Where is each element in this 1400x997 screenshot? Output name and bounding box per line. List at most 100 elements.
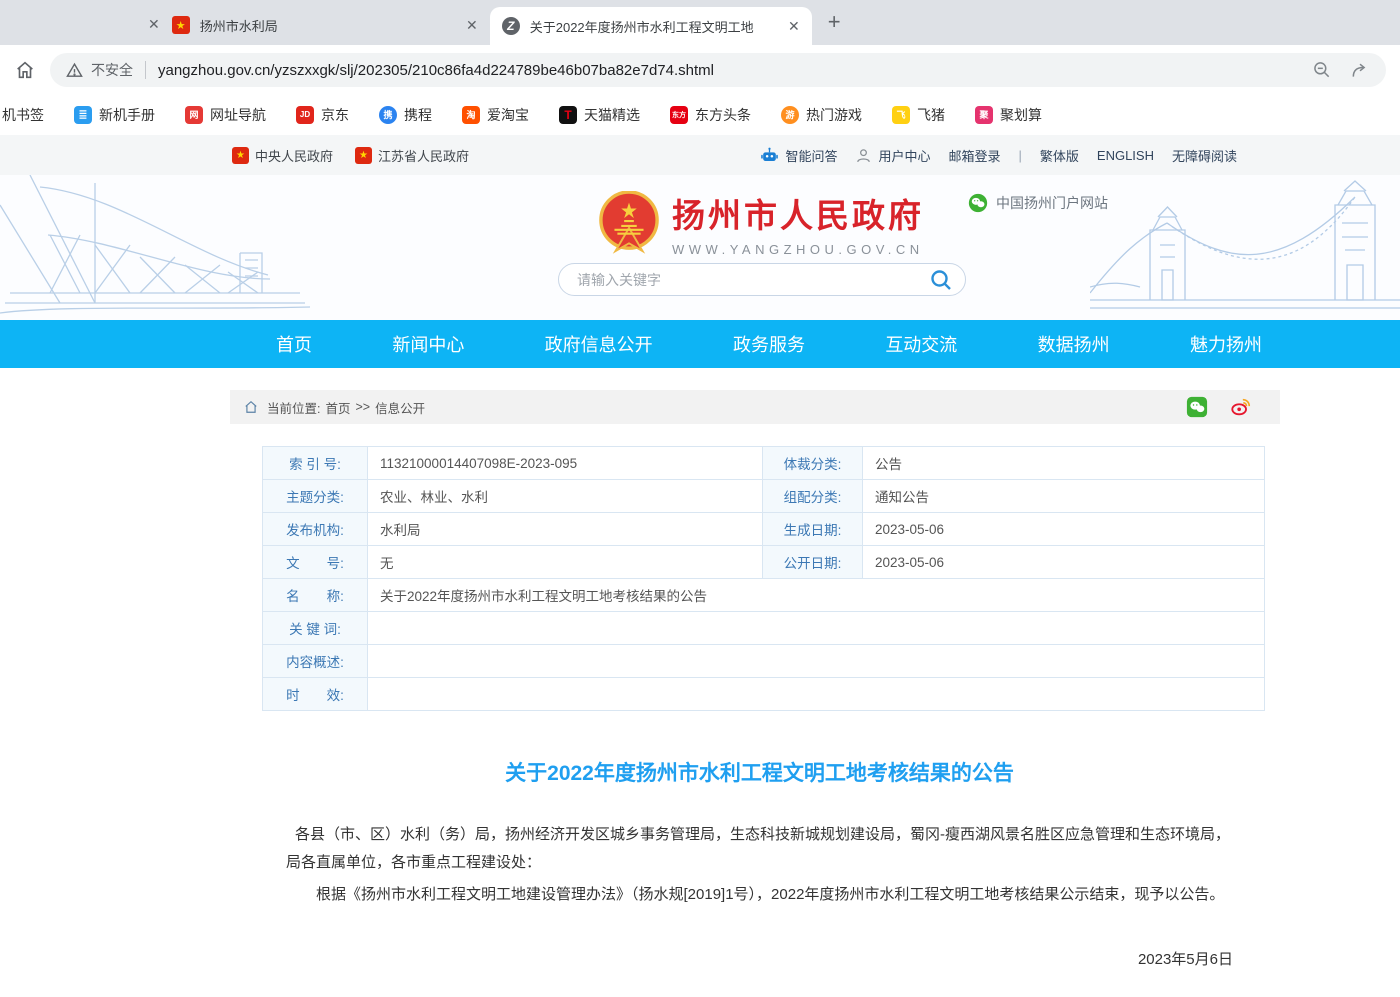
bookmark-label: 飞猪 — [917, 105, 945, 125]
share-icon[interactable] — [1350, 60, 1370, 80]
wechat-icon — [968, 193, 988, 213]
search-icon[interactable] — [929, 268, 953, 292]
breadcrumb-home-link[interactable]: 首页 — [325, 398, 350, 417]
meta-row: 发布机构: 水利局 生成日期: 2023-05-06 — [263, 513, 1265, 546]
jd-icon: JD — [296, 106, 314, 124]
browser-tab-active-announcement[interactable]: Z 关于2022年度扬州市水利工程文明工地 ✕ — [490, 7, 812, 45]
user-center-link[interactable]: 用户中心 — [855, 146, 930, 165]
meta-row: 主题分类: 农业、林业、水利 组配分类: 通知公告 — [263, 480, 1265, 513]
not-secure-warning-icon — [66, 62, 83, 79]
bookmark-games[interactable]: 游热门游戏 — [781, 105, 862, 125]
site-search[interactable] — [558, 263, 966, 296]
breadcrumb-home-icon — [244, 400, 258, 414]
content-container: 当前位置: 首页 >> 信息公开 索 引 号: 1132100001440709… — [230, 390, 1280, 997]
site-utility-bar: ★ 中央人民政府 ★ 江苏省人民政府 智能问答 用户中心 邮箱登录 | 繁体版 … — [0, 135, 1400, 175]
nav-item-home[interactable]: 首页 — [276, 331, 312, 357]
browser-tab-shuiliju[interactable]: ★ 扬州市水利局 ✕ — [160, 8, 490, 42]
site-domain: WWW.YANGZHOU.GOV.CN — [672, 242, 924, 257]
portal-label: 中国扬州门户网站 — [996, 193, 1108, 213]
meta-label: 生成日期: — [763, 513, 863, 546]
bookmark-manual[interactable]: ≣ 新机手册 — [74, 105, 155, 125]
bookmark-nav-site[interactable]: 网网址导航 — [185, 105, 266, 125]
meta-value-genre: 公告 — [863, 447, 1265, 480]
portal-tag[interactable]: 中国扬州门户网站 — [968, 193, 1108, 213]
tab-title: 关于2022年度扬州市水利工程文明工地 — [530, 17, 778, 36]
bookmark-juhuasuan[interactable]: 聚聚划算 — [975, 105, 1042, 125]
game-icon: 游 — [781, 106, 799, 124]
juhuasuan-icon: 聚 — [975, 106, 993, 124]
meta-value-summary — [368, 645, 1265, 678]
site-logo[interactable]: 扬州市人民政府 WWW.YANGZHOU.GOV.CN — [598, 189, 924, 257]
close-icon[interactable]: ✕ — [466, 18, 478, 32]
link-central-government[interactable]: ★ 中央人民政府 — [232, 146, 333, 165]
close-icon[interactable]: ✕ — [148, 17, 160, 31]
close-icon[interactable]: ✕ — [788, 19, 800, 33]
gov-emblem-favicon: ★ — [172, 16, 190, 34]
meta-value-validity — [368, 678, 1265, 711]
bookmark-taobao[interactable]: 淘爱淘宝 — [462, 105, 529, 125]
nav-item-interaction[interactable]: 互动交流 — [885, 331, 957, 357]
tab-title: 扬州市水利局 — [200, 16, 456, 35]
meta-label: 文 号: — [263, 546, 368, 579]
meta-label: 索 引 号: — [263, 447, 368, 480]
user-center-label: 用户中心 — [878, 146, 930, 165]
bookmark-label: 新机手册 — [99, 105, 155, 125]
meta-label: 公开日期: — [763, 546, 863, 579]
article-title: 关于2022年度扬州市水利工程文明工地考核结果的公告 — [286, 757, 1233, 787]
nav-item-data[interactable]: 数据扬州 — [1038, 331, 1110, 357]
weibo-share-icon[interactable] — [1230, 396, 1252, 418]
meta-value-agency: 水利局 — [368, 513, 763, 546]
meta-value-title: 关于2022年度扬州市水利工程文明工地考核结果的公告 — [368, 579, 1265, 612]
bookmark-ctrip[interactable]: 携携程 — [379, 105, 432, 125]
traditional-chinese-link[interactable]: 繁体版 — [1040, 146, 1079, 165]
meta-label: 时 效: — [263, 678, 368, 711]
link-jiangsu-government[interactable]: ★ 江苏省人民政府 — [355, 146, 469, 165]
site-name: 扬州市人民政府 — [672, 189, 924, 237]
smart-qa-link[interactable]: 智能问答 — [760, 146, 837, 165]
nav-item-charm[interactable]: 魅力扬州 — [1190, 331, 1262, 357]
meta-label: 发布机构: — [263, 513, 368, 546]
bookmark-label: 东方头条 — [695, 105, 751, 125]
bookmarks-bar: 机书签 ≣ 新机手册 网网址导航 JD 京东 携携程 淘爱淘宝 T 天猫精选 东方东方… — [0, 95, 1400, 135]
tmall-icon: T — [559, 106, 577, 124]
url-text[interactable]: yangzhou.gov.cn/yzszxxgk/slj/202305/210c… — [158, 62, 1300, 79]
english-link[interactable]: ENGLISH — [1097, 148, 1154, 163]
bookmark-label: 天猫精选 — [584, 105, 640, 125]
wechat-share-icon[interactable] — [1186, 396, 1208, 418]
article-paragraph: 各县（市、区）水利（务）局，扬州经济开发区城乡事务管理局，生态科技新城规划建设局… — [286, 821, 1233, 877]
new-tab-button[interactable]: + — [828, 9, 841, 35]
bookmark-eastday[interactable]: 东方东方头条 — [670, 105, 751, 125]
bookmark-mobile[interactable]: 机书签 — [2, 105, 44, 125]
nav-item-gov-info[interactable]: 政府信息公开 — [545, 331, 653, 357]
search-input[interactable] — [577, 272, 929, 288]
national-emblem-icon — [598, 191, 660, 255]
meta-label: 组配分类: — [763, 480, 863, 513]
mail-login-link[interactable]: 邮箱登录 — [948, 146, 1000, 165]
accessibility-link[interactable]: 无障碍阅读 — [1172, 146, 1237, 165]
zoom-out-icon[interactable] — [1312, 60, 1332, 80]
bookmark-label: 热门游戏 — [806, 105, 862, 125]
nav-item-news[interactable]: 新闻中心 — [392, 331, 464, 357]
meta-row: 文 号: 无 公开日期: 2023-05-06 — [263, 546, 1265, 579]
bookmark-label: 京东 — [321, 105, 349, 125]
meta-row: 内容概述: — [263, 645, 1265, 678]
bookmark-jd[interactable]: JD 京东 — [296, 105, 349, 125]
smart-qa-label: 智能问答 — [785, 146, 837, 165]
meta-value-topic: 农业、林业、水利 — [368, 480, 763, 513]
bookmark-fliggy[interactable]: 飞飞猪 — [892, 105, 945, 125]
meta-label: 主题分类: — [263, 480, 368, 513]
robot-icon — [760, 146, 779, 165]
manual-icon: ≣ — [74, 106, 92, 124]
breadcrumb-section-link[interactable]: 信息公开 — [375, 398, 425, 417]
url-bar[interactable]: 不安全 yangzhou.gov.cn/yzszxxgk/slj/202305/… — [50, 53, 1386, 87]
home-icon[interactable] — [14, 59, 36, 81]
security-label: 不安全 — [91, 60, 133, 80]
nav-item-services[interactable]: 政务服务 — [733, 331, 805, 357]
browser-tab-strip: ✕ ★ 扬州市水利局 ✕ Z 关于2022年度扬州市水利工程文明工地 ✕ + — [0, 0, 1400, 45]
address-bar-row: 不安全 yangzhou.gov.cn/yzszxxgk/slj/202305/… — [0, 45, 1400, 95]
article: 关于2022年度扬州市水利工程文明工地考核结果的公告 各县（市、区）水利（务）局… — [230, 711, 1280, 997]
meta-row: 名 称: 关于2022年度扬州市水利工程文明工地考核结果的公告 — [263, 579, 1265, 612]
meta-label: 名 称: — [263, 579, 368, 612]
bookmark-tmall[interactable]: T 天猫精选 — [559, 105, 640, 125]
divider: | — [1019, 148, 1022, 163]
